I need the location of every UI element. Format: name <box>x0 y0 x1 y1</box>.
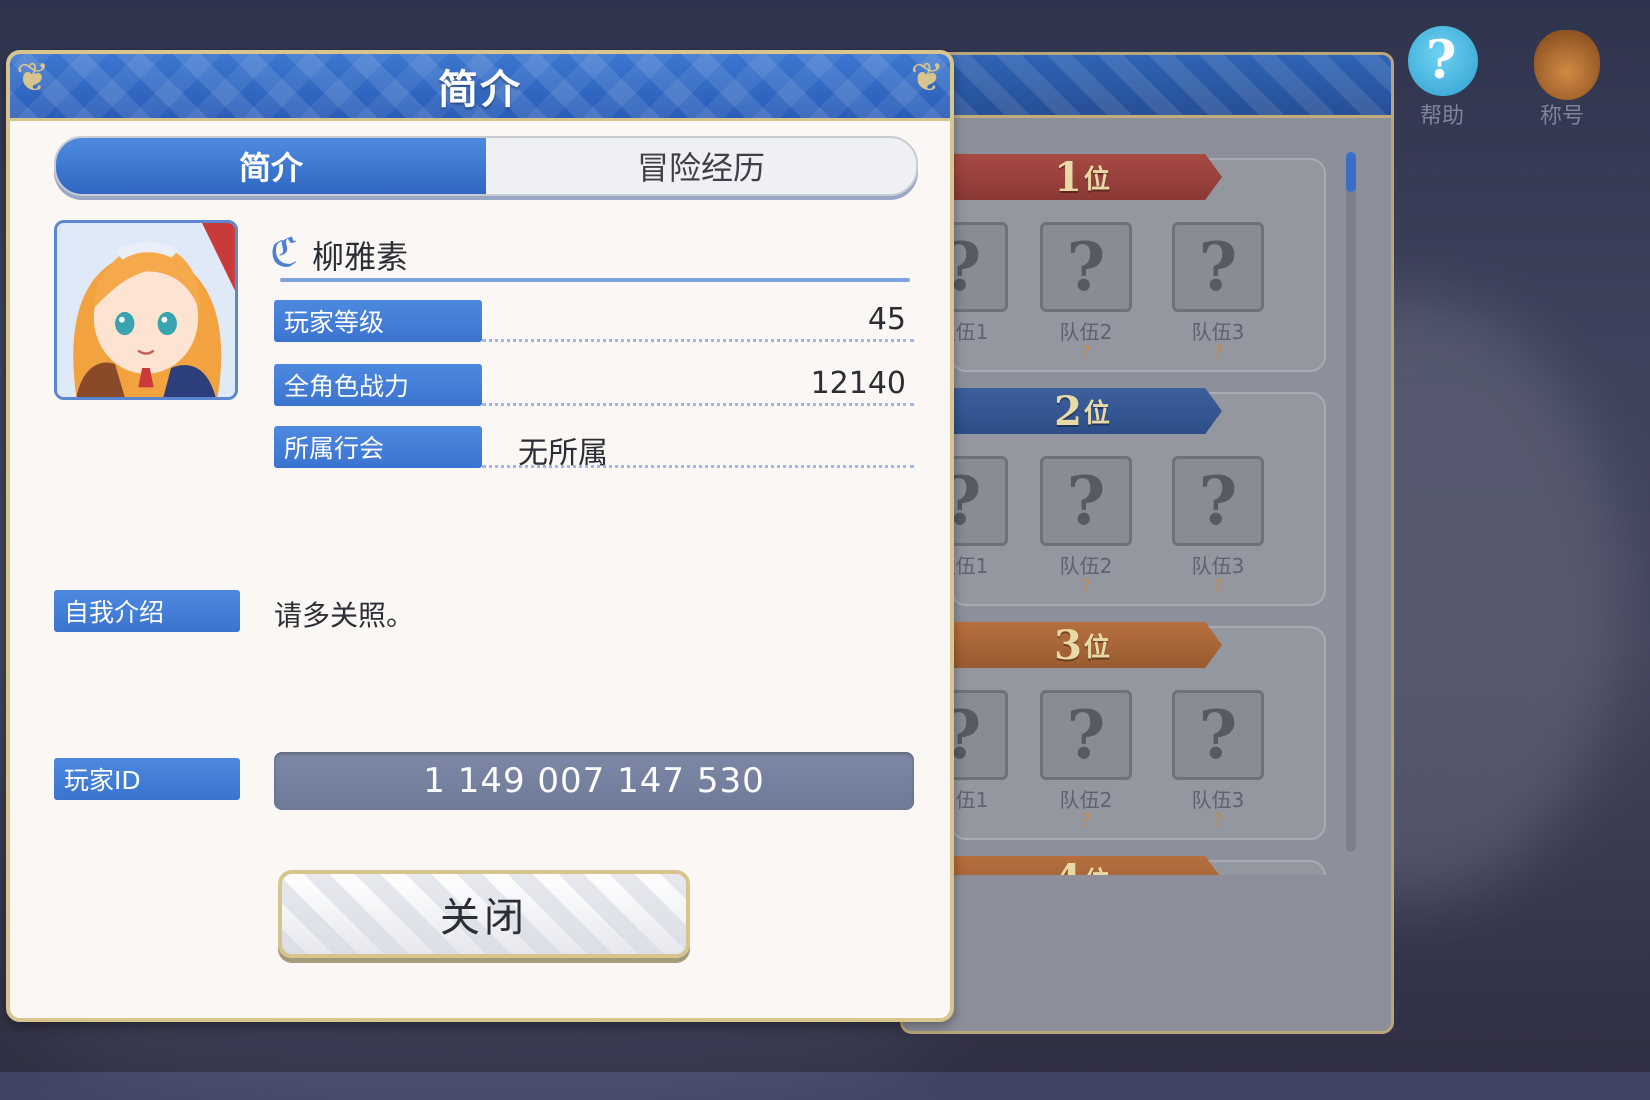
help-label: 帮助 <box>1420 104 1465 129</box>
stat-label: 所属行会 <box>274 426 482 468</box>
rank-number: 1 <box>1054 153 1082 201</box>
team-slot[interactable]: ? 队伍1 <box>950 690 1008 812</box>
rank-suffix: 位 <box>1083 632 1110 663</box>
question-mark: ? <box>1213 576 1223 597</box>
dialog-title: 简介 <box>438 67 522 113</box>
rank-banner: 2位 <box>950 388 1222 434</box>
rank-banner: 1位 <box>950 154 1222 200</box>
team-slot[interactable]: ? 队伍1 <box>950 456 1008 578</box>
tab-profile[interactable]: 简介 <box>56 138 486 194</box>
team-label: 队伍3 <box>1191 554 1245 578</box>
rank-banner: 4位 <box>950 856 1222 875</box>
stat-value: 12140 <box>810 366 906 401</box>
stat-row-guild: 所属行会 无所属 <box>274 426 914 471</box>
rank-suffix: 位 <box>1084 861 1110 876</box>
rank-card-2: 2位 ? 队伍1 ? 队伍2 ? ? 队伍3 ? <box>950 388 1326 606</box>
scrollbar-thumb[interactable] <box>1346 152 1356 192</box>
team-label: 队伍2 <box>1059 320 1113 344</box>
team-slot[interactable]: ? 队伍1 <box>950 222 1008 344</box>
rank-number: 4 <box>1054 856 1082 875</box>
team-label: 队伍1 <box>950 320 989 344</box>
close-button[interactable]: 关闭 <box>278 870 690 958</box>
dialog-header: ❦ 简介 ❦ <box>10 54 950 121</box>
unknown-team-icon: ? <box>1172 690 1264 780</box>
question-mark: ? <box>1081 810 1091 831</box>
team-slot[interactable]: ? 队伍3 ? <box>1172 690 1264 830</box>
profile-tabs: 简介 冒险经历 <box>54 136 918 196</box>
player-name-row: ℭ 柳雅素 <box>270 226 910 282</box>
stat-value: 45 <box>867 302 906 337</box>
rank-card-3: 3位 ? 队伍1 ? 队伍2 ? ? 队伍3 ? <box>950 622 1326 840</box>
ranking-panel-header <box>903 55 1391 118</box>
rank-card-1: 1位 ? 队伍1 ? 队伍2 ? ? 队伍3 ? <box>950 154 1326 372</box>
question-mark: ? <box>1213 810 1223 831</box>
unknown-team-icon: ? <box>1040 222 1132 312</box>
unknown-team-icon: ? <box>950 456 1008 546</box>
intro-text: 请多关照。 <box>274 599 415 632</box>
team-label: 队伍2 <box>1059 554 1113 578</box>
player-name: 柳雅素 <box>312 238 409 276</box>
stat-label: 全角色战力 <box>274 364 482 406</box>
team-slot[interactable]: ? 队伍2 ? <box>1040 222 1132 362</box>
divider <box>482 339 914 342</box>
unknown-team-icon: ? <box>950 690 1008 780</box>
rank-suffix: 位 <box>1083 398 1110 429</box>
team-label: 队伍1 <box>950 554 989 578</box>
question-mark: ? <box>1213 342 1223 363</box>
team-label: 队伍1 <box>950 788 989 812</box>
team-label: 队伍3 <box>1191 788 1245 812</box>
rank-number: 3 <box>1054 621 1082 669</box>
stat-row-level: 玩家等级 45 <box>274 300 914 342</box>
unknown-team-icon: ? <box>1040 690 1132 780</box>
team-label: 队伍2 <box>1059 788 1113 812</box>
corner-ornament-icon: ❦ <box>16 55 50 101</box>
rank-banner: 3位 <box>950 622 1222 668</box>
avatar[interactable] <box>54 220 238 400</box>
team-label: 队伍3 <box>1191 320 1245 344</box>
rank-number: 2 <box>1054 387 1082 435</box>
intro-label: 自我介绍 <box>54 590 240 632</box>
character-portrait-icon <box>57 223 235 397</box>
acorn-icon[interactable] <box>1534 30 1600 100</box>
stat-row-power: 全角色战力 12140 <box>274 364 914 406</box>
unknown-team-icon: ? <box>1172 456 1264 546</box>
rank-card-4: 4位 <box>950 856 1326 875</box>
profile-dialog: ❦ 简介 ❦ 简介 冒险经历 ℭ 柳雅素 玩家等级 45 全角色战力 12140… <box>6 50 954 1022</box>
unknown-team-icon: ? <box>1172 222 1264 312</box>
team-slot[interactable]: ? 队伍2 ? <box>1040 456 1132 596</box>
corner-ornament-icon: ❦ <box>910 55 944 101</box>
title-label: 称号 <box>1540 104 1585 129</box>
stat-label: 玩家等级 <box>274 300 482 342</box>
divider <box>482 403 914 406</box>
question-mark: ? <box>1081 576 1091 597</box>
player-id-label: 玩家ID <box>54 758 240 800</box>
unknown-team-icon: ? <box>1040 456 1132 546</box>
rank-suffix: 位 <box>1083 164 1110 195</box>
ranking-scrollbar[interactable] <box>1346 152 1356 852</box>
help-icon[interactable]: ? <box>1408 26 1478 96</box>
divider <box>482 465 914 468</box>
unknown-team-icon: ? <box>950 222 1008 312</box>
player-id-field: 1 149 007 147 530 <box>274 752 914 810</box>
tab-adventure-history[interactable]: 冒险经历 <box>486 138 916 194</box>
swirl-ornament-icon: ℭ <box>270 230 299 276</box>
team-slot[interactable]: ? 队伍3 ? <box>1172 222 1264 362</box>
ranking-list[interactable]: 1位 ? 队伍1 ? 队伍2 ? ? 队伍3 ? 2位 ? 队伍1 ? 队伍2 … <box>950 120 1370 875</box>
name-underline <box>280 278 910 282</box>
question-mark: ? <box>1081 342 1091 363</box>
team-slot[interactable]: ? 队伍3 ? <box>1172 456 1264 596</box>
team-slot[interactable]: ? 队伍2 ? <box>1040 690 1132 830</box>
